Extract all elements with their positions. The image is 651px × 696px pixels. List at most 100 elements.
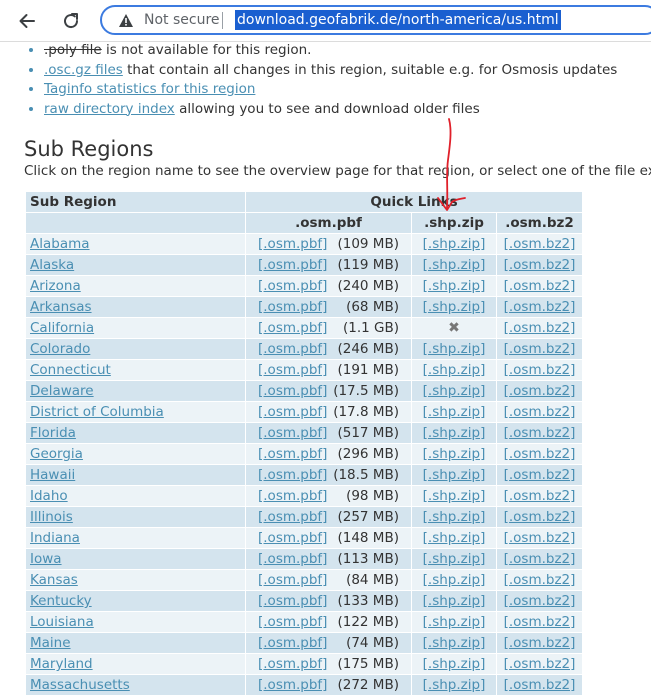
osm-bz2-link[interactable]: [.osm.bz2]	[504, 446, 576, 462]
shp-zip-link[interactable]: [.shp.zip]	[423, 362, 486, 378]
osm-pbf-link[interactable]: [.osm.pbf]	[258, 467, 327, 483]
osm-bz2-link[interactable]: [.osm.bz2]	[504, 509, 576, 525]
osm-bz2-link[interactable]: [.osm.bz2]	[504, 614, 576, 630]
region-link[interactable]: California	[30, 320, 94, 336]
feature-text: that contain all changes in this region,…	[122, 61, 618, 78]
osm-pbf-link[interactable]: [.osm.pbf]	[258, 320, 327, 336]
region-link[interactable]: District of Columbia	[30, 404, 164, 420]
osm-pbf-link[interactable]: [.osm.pbf]	[258, 425, 327, 441]
osm-pbf-link[interactable]: [.osm.pbf]	[258, 635, 327, 651]
osm-bz2-link[interactable]: [.osm.bz2]	[504, 635, 576, 651]
region-link[interactable]: Massachusetts	[30, 677, 130, 693]
osm-pbf-link[interactable]: [.osm.pbf]	[258, 383, 327, 399]
region-link[interactable]: Kentucky	[30, 593, 92, 609]
table-row: Kansas [.osm.pbf] (84 MB) [.shp.zip] [.osm.b…	[25, 569, 583, 591]
region-link[interactable]: Illinois	[30, 509, 73, 525]
warning-triangle-icon[interactable]	[118, 13, 134, 28]
shp-zip-link[interactable]: [.shp.zip]	[423, 677, 486, 693]
region-link[interactable]: Georgia	[30, 446, 83, 462]
shp-zip-link[interactable]: [.shp.zip]	[423, 383, 486, 399]
osm-bz2-link[interactable]: [.osm.bz2]	[504, 656, 576, 672]
osm-pbf-link[interactable]: [.osm.pbf]	[258, 614, 327, 630]
url-text[interactable]: download.geofabrik.de/north-america/us.h…	[235, 10, 561, 30]
region-link[interactable]: Florida	[30, 425, 76, 441]
shp-zip-link[interactable]: [.shp.zip]	[423, 278, 486, 294]
region-link[interactable]: Maine	[30, 635, 71, 651]
osm-bz2-link[interactable]: [.osm.bz2]	[504, 278, 576, 294]
shp-zip-link[interactable]: [.shp.zip]	[423, 425, 486, 441]
security-status[interactable]: Not secure	[144, 12, 220, 28]
shp-zip-link[interactable]: [.shp.zip]	[423, 446, 486, 462]
region-link[interactable]: Connecticut	[30, 362, 111, 378]
region-link[interactable]: Idaho	[30, 488, 68, 504]
osm-bz2-link[interactable]: [.osm.bz2]	[504, 467, 576, 483]
address-bar[interactable]: Not secure download.geofabrik.de/north-a…	[100, 5, 651, 35]
shp-zip-link[interactable]: [.shp.zip]	[423, 614, 486, 630]
osm-bz2-link[interactable]: [.osm.bz2]	[504, 320, 576, 336]
shp-zip-link[interactable]: [.shp.zip]	[423, 656, 486, 672]
region-link[interactable]: Delaware	[30, 383, 94, 399]
region-link[interactable]: Kansas	[30, 572, 78, 588]
osm-pbf-link[interactable]: [.osm.pbf]	[258, 551, 327, 567]
osm-pbf-link[interactable]: [.osm.pbf]	[258, 341, 327, 357]
back-button[interactable]	[11, 5, 43, 37]
osm-pbf-link[interactable]: [.osm.pbf]	[258, 677, 327, 693]
shp-zip-link[interactable]: [.shp.zip]	[423, 404, 486, 420]
shp-zip-link[interactable]: [.shp.zip]	[423, 488, 486, 504]
osm-bz2-link[interactable]: [.osm.bz2]	[504, 362, 576, 378]
osm-bz2-link[interactable]: [.osm.bz2]	[504, 572, 576, 588]
feature-link[interactable]: .osc.gz files	[44, 62, 123, 78]
osm-bz2-link[interactable]: [.osm.bz2]	[504, 236, 576, 252]
shp-zip-link[interactable]: [.shp.zip]	[423, 299, 486, 315]
feature-link[interactable]: raw directory index	[44, 101, 175, 117]
region-link[interactable]: Indiana	[30, 530, 80, 546]
osm-pbf-link[interactable]: [.osm.pbf]	[258, 236, 327, 252]
region-link[interactable]: Colorado	[30, 341, 90, 357]
osm-pbf-link[interactable]: [.osm.pbf]	[258, 446, 327, 462]
shp-zip-link[interactable]: [.shp.zip]	[423, 572, 486, 588]
region-link[interactable]: Maryland	[30, 656, 93, 672]
shp-zip-link[interactable]: [.shp.zip]	[423, 593, 486, 609]
region-link[interactable]: Arkansas	[30, 299, 92, 315]
region-link[interactable]: Iowa	[30, 551, 62, 567]
region-link[interactable]: Hawaii	[30, 467, 75, 483]
osm-pbf-link[interactable]: [.osm.pbf]	[258, 530, 327, 546]
osm-pbf-link[interactable]: [.osm.pbf]	[258, 572, 327, 588]
osm-pbf-link[interactable]: [.osm.pbf]	[258, 656, 327, 672]
region-link[interactable]: Alabama	[30, 236, 90, 252]
osm-bz2-link[interactable]: [.osm.bz2]	[504, 383, 576, 399]
osm-pbf-link[interactable]: [.osm.pbf]	[258, 299, 327, 315]
shp-zip-link[interactable]: [.shp.zip]	[423, 509, 486, 525]
reload-button[interactable]	[55, 5, 87, 37]
shp-zip-link[interactable]: [.shp.zip]	[423, 341, 486, 357]
shp-zip-link[interactable]: [.shp.zip]	[423, 257, 486, 273]
osm-bz2-link[interactable]: [.osm.bz2]	[504, 341, 576, 357]
shp-zip-link[interactable]: [.shp.zip]	[423, 530, 486, 546]
osm-pbf-link[interactable]: [.osm.pbf]	[258, 404, 327, 420]
region-link[interactable]: Arizona	[30, 278, 81, 294]
region-link[interactable]: Alaska	[30, 257, 74, 273]
osm-bz2-link[interactable]: [.osm.bz2]	[504, 530, 576, 546]
region-cell: Indiana	[25, 527, 246, 549]
osm-pbf-link[interactable]: [.osm.pbf]	[258, 593, 327, 609]
osm-pbf-link[interactable]: [.osm.pbf]	[258, 278, 327, 294]
osm-pbf-link[interactable]: [.osm.pbf]	[258, 257, 327, 273]
shp-zip-link[interactable]: [.shp.zip]	[423, 467, 486, 483]
osm-pbf-link[interactable]: [.osm.pbf]	[258, 362, 327, 378]
shp-zip-link[interactable]: [.shp.zip]	[423, 551, 486, 567]
osm-bz2-link[interactable]: [.osm.bz2]	[504, 404, 576, 420]
osm-bz2-link[interactable]: [.osm.bz2]	[504, 299, 576, 315]
shp-zip-link[interactable]: [.shp.zip]	[423, 635, 486, 651]
feature-link[interactable]: Taginfo statistics for this region	[44, 81, 255, 97]
osm-bz2-link[interactable]: [.osm.bz2]	[504, 488, 576, 504]
osm-bz2-link[interactable]: [.osm.bz2]	[504, 593, 576, 609]
osm-pbf-link[interactable]: [.osm.pbf]	[258, 488, 327, 504]
shp-zip-link[interactable]: [.shp.zip]	[423, 236, 486, 252]
region-link[interactable]: Louisiana	[30, 614, 94, 630]
osm-bz2-link[interactable]: [.osm.bz2]	[504, 425, 576, 441]
osm-bz2-link[interactable]: [.osm.bz2]	[504, 551, 576, 567]
osm-pbf-link[interactable]: [.osm.pbf]	[258, 509, 327, 525]
osm-bz2-link[interactable]: [.osm.bz2]	[504, 677, 576, 693]
table-row: District of Columbia [.osm.pbf] (17.8 MB)[…	[25, 401, 583, 423]
osm-bz2-link[interactable]: [.osm.bz2]	[504, 257, 576, 273]
